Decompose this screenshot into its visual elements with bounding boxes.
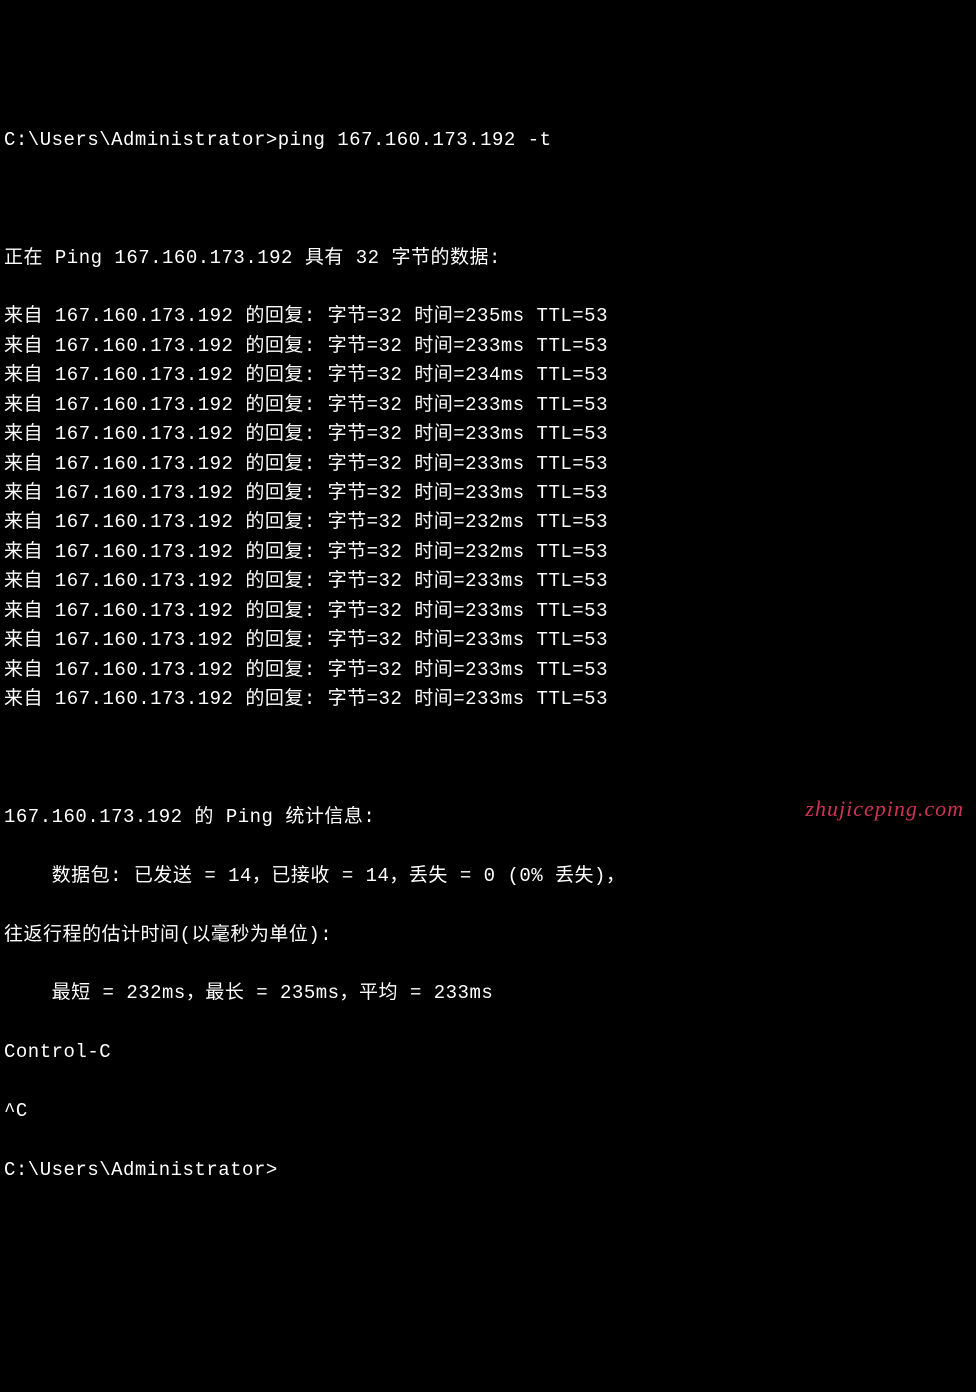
ping-reply-line: 来自 167.160.173.192 的回复: 字节=32 时间=233ms T… bbox=[4, 420, 972, 449]
command-prompt-line: C:\Users\Administrator>ping 167.160.173.… bbox=[4, 126, 972, 155]
ping-reply-line: 来自 167.160.173.192 的回复: 字节=32 时间=233ms T… bbox=[4, 332, 972, 361]
stats-rtt-values: 最短 = 232ms，最长 = 235ms，平均 = 233ms bbox=[4, 979, 972, 1008]
end-prompt[interactable]: C:\Users\Administrator> bbox=[4, 1156, 972, 1185]
watermark-text: zhujiceping.com bbox=[805, 792, 964, 826]
blank-line bbox=[4, 185, 972, 214]
control-c-label: Control-C bbox=[4, 1038, 972, 1067]
ping-reply-line: 来自 167.160.173.192 的回复: 字节=32 时间=233ms T… bbox=[4, 567, 972, 596]
ping-replies: 来自 167.160.173.192 的回复: 字节=32 时间=235ms T… bbox=[4, 302, 972, 714]
stats-packets: 数据包: 已发送 = 14，已接收 = 14，丢失 = 0 (0% 丢失)， bbox=[4, 862, 972, 891]
stats-rtt-label: 往返行程的估计时间(以毫秒为单位): bbox=[4, 921, 972, 950]
ping-reply-line: 来自 167.160.173.192 的回复: 字节=32 时间=235ms T… bbox=[4, 302, 972, 331]
ping-reply-line: 来自 167.160.173.192 的回复: 字节=32 时间=233ms T… bbox=[4, 656, 972, 685]
ping-reply-line: 来自 167.160.173.192 的回复: 字节=32 时间=233ms T… bbox=[4, 450, 972, 479]
ping-reply-line: 来自 167.160.173.192 的回复: 字节=32 时间=233ms T… bbox=[4, 626, 972, 655]
ping-reply-line: 来自 167.160.173.192 的回复: 字节=32 时间=234ms T… bbox=[4, 361, 972, 390]
prompt-path: C:\Users\Administrator> bbox=[4, 129, 278, 151]
control-c-symbol: ^C bbox=[4, 1097, 972, 1126]
ping-reply-line: 来自 167.160.173.192 的回复: 字节=32 时间=233ms T… bbox=[4, 685, 972, 714]
ping-reply-line: 来自 167.160.173.192 的回复: 字节=32 时间=232ms T… bbox=[4, 538, 972, 567]
prompt-path-end: C:\Users\Administrator> bbox=[4, 1159, 278, 1181]
ping-reply-line: 来自 167.160.173.192 的回复: 字节=32 时间=233ms T… bbox=[4, 391, 972, 420]
ping-reply-line: 来自 167.160.173.192 的回复: 字节=32 时间=233ms T… bbox=[4, 597, 972, 626]
ping-reply-line: 来自 167.160.173.192 的回复: 字节=32 时间=233ms T… bbox=[4, 479, 972, 508]
command-text: ping 167.160.173.192 -t bbox=[278, 129, 552, 151]
blank-line bbox=[4, 744, 972, 773]
ping-reply-line: 来自 167.160.173.192 的回复: 字节=32 时间=232ms T… bbox=[4, 508, 972, 537]
ping-header: 正在 Ping 167.160.173.192 具有 32 字节的数据: bbox=[4, 244, 972, 273]
